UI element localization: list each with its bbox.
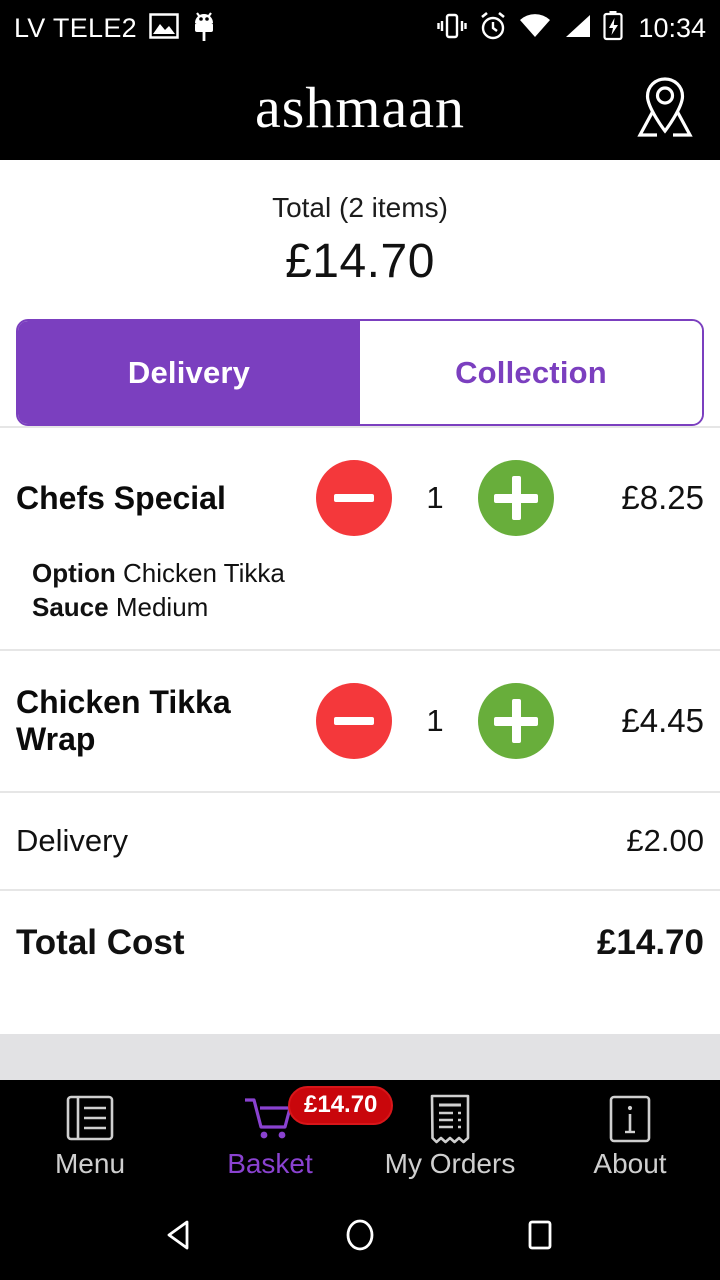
item-options: Option Chicken Tikka Sauce Medium (16, 542, 704, 649)
shopping-cart-icon: £14.70 (242, 1086, 394, 1148)
item-option-value: Medium (115, 592, 209, 623)
nav-label-basket: Basket (227, 1148, 313, 1179)
order-summary: Total (2 items) £14.70 (0, 160, 720, 307)
nav-item-my-orders[interactable]: My Orders (360, 1080, 540, 1190)
battery-charging-icon (603, 10, 624, 46)
receipt-icon (427, 1092, 473, 1148)
plus-circle-icon[interactable] (478, 682, 554, 759)
item-name: Chicken Tikka Wrap (16, 683, 231, 757)
plus-circle-icon[interactable] (478, 460, 554, 536)
total-cost-label: Total Cost (16, 922, 185, 962)
system-navigation-bar (0, 1190, 720, 1280)
signal-icon (562, 13, 592, 44)
wifi-icon (519, 13, 551, 44)
recents-square-icon[interactable] (505, 1200, 575, 1270)
basket-content: Total (2 items) £14.70 Delivery Collecti… (0, 160, 720, 1080)
total-cost-value: £14.70 (596, 922, 704, 962)
vibrate-icon (437, 12, 468, 45)
quantity-stepper: 1 (316, 460, 554, 536)
nav-item-about[interactable]: About (540, 1080, 720, 1190)
phone-screen: LV TELE2 10:34 ashmaan Total (2 items) £… (0, 0, 720, 1280)
back-triangle-icon[interactable] (145, 1200, 215, 1270)
basket-item-main: Chicken Tikka Wrap 1 £4.45 (16, 677, 704, 765)
item-price: £8.25 (621, 479, 704, 516)
basket-item: Chicken Tikka Wrap 1 £4.45 (0, 651, 720, 791)
delivery-fee-value: £2.00 (626, 822, 704, 858)
menu-book-icon (66, 1092, 114, 1148)
nav-label-my-orders: My Orders (384, 1148, 516, 1179)
android-debug-icon (191, 9, 217, 48)
bottom-spacer (0, 1034, 720, 1080)
delivery-fee-label: Delivery (16, 822, 128, 858)
status-clock: 10:34 (638, 12, 706, 43)
home-circle-icon[interactable] (325, 1200, 395, 1270)
app-header: ashmaan (0, 56, 720, 160)
quantity-stepper: 1 (316, 682, 554, 759)
fulfilment-toggle[interactable]: Delivery Collection (16, 319, 704, 426)
basket-item-main: Chefs Special 1 £8.25 (16, 454, 704, 542)
item-price: £4.45 (621, 701, 704, 739)
basket-item: Chefs Special 1 £8.25 Option Chicken Tik… (0, 428, 720, 649)
nav-item-basket[interactable]: £14.70 Basket (180, 1080, 394, 1190)
item-quantity: 1 (426, 480, 444, 515)
info-icon (607, 1092, 653, 1148)
total-cost-row: Total Cost £14.70 (0, 891, 720, 995)
item-option-value: Chicken Tikka (123, 558, 285, 588)
image-icon (149, 12, 179, 44)
nav-item-menu[interactable]: Menu (0, 1080, 180, 1190)
total-items-label: Total (2 items) (272, 192, 448, 223)
content-filler (0, 994, 720, 1034)
status-bar: LV TELE2 10:34 (0, 0, 720, 56)
minus-circle-icon[interactable] (316, 682, 392, 759)
total-amount: £14.70 (285, 235, 435, 288)
delivery-fee-row: Delivery £2.00 (0, 793, 720, 889)
item-option-line: Sauce Medium (32, 590, 704, 624)
item-option-label: Sauce (32, 592, 109, 623)
nav-label-about: About (593, 1148, 667, 1179)
nav-label-menu: Menu (54, 1148, 126, 1179)
tab-delivery[interactable]: Delivery (18, 321, 360, 424)
status-bar-left: LV TELE2 (14, 9, 217, 48)
item-option-line: Option Chicken Tikka (32, 556, 704, 590)
alarm-icon (478, 11, 508, 46)
item-option-label: Option (32, 558, 116, 588)
carrier-label: LV TELE2 (14, 12, 137, 43)
item-quantity: 1 (426, 702, 444, 738)
app-title: ashmaan (255, 75, 465, 140)
status-bar-right: 10:34 (437, 10, 706, 46)
tab-collection[interactable]: Collection (360, 321, 702, 424)
minus-circle-icon[interactable] (316, 460, 392, 536)
item-name: Chefs Special (16, 479, 226, 516)
bottom-navigation: Menu £14.70 Basket My Orders About (0, 1080, 720, 1190)
map-pin-icon[interactable] (628, 71, 702, 145)
